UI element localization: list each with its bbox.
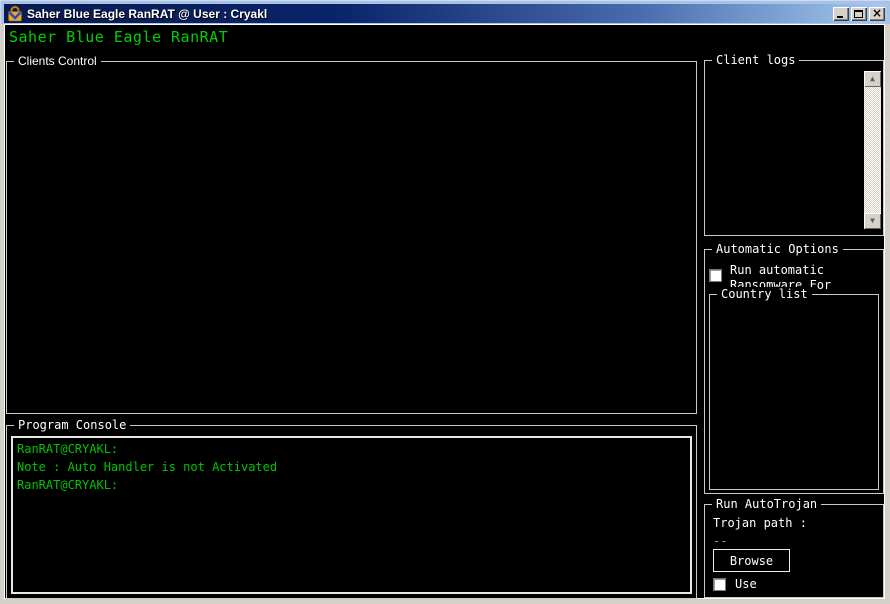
use-checkbox[interactable] (713, 578, 726, 591)
client-area: Saher Blue Eagle RanRAT Clients Control … (4, 24, 885, 599)
titlebar[interactable]: Saher Blue Eagle RanRAT @ User : Cryakl … (4, 4, 887, 23)
console-output[interactable]: RanRAT@CRYAKL: Note : Auto Handler is no… (11, 436, 692, 594)
program-console-label: Program Console (14, 418, 130, 432)
trojan-path-label: Trojan path : (713, 516, 807, 530)
scroll-up-button[interactable]: ▲ (864, 71, 881, 87)
scroll-down-button[interactable]: ▼ (864, 213, 881, 229)
client-logs-scrollbar[interactable]: ▲ ▼ (864, 71, 881, 229)
minimize-button[interactable] (833, 7, 849, 21)
country-list[interactable] (712, 303, 876, 487)
use-checkbox-label[interactable]: Use (735, 577, 757, 592)
client-logs-label: Client logs (712, 53, 799, 67)
clients-list[interactable] (9, 70, 694, 411)
console-line: RanRAT@CRYAKL: (17, 476, 686, 494)
close-button[interactable]: × (869, 7, 885, 21)
window-frame-top: Saher Blue Eagle RanRAT @ User : Cryakl … (0, 0, 890, 24)
automatic-options-label: Automatic Options (712, 242, 843, 256)
groupbox-program-console: Program Console RanRAT@CRYAKL: Note : Au… (6, 425, 697, 599)
browse-button[interactable]: Browse (713, 549, 790, 572)
groupbox-automatic-options: Automatic Options Run automatic Ransomwa… (704, 249, 884, 494)
groupbox-client-logs: Client logs ▲ ▼ (704, 60, 884, 236)
maximize-button[interactable] (851, 7, 867, 21)
country-list-label: Country list (717, 287, 812, 301)
clients-control-label: Clients Control (14, 54, 101, 68)
groupbox-run-autotrojan: Run AutoTrojan Trojan path : -- Browse U… (704, 504, 884, 598)
scroll-up-icon: ▲ (870, 75, 875, 83)
app-window: Saher Blue Eagle RanRAT @ User : Cryakl … (0, 0, 890, 604)
close-icon: × (872, 7, 882, 19)
app-icon (7, 6, 23, 22)
scroll-down-icon: ▼ (870, 217, 875, 225)
console-line: Note : Auto Handler is not Activated (17, 458, 686, 476)
trojan-path-value: -- (713, 534, 727, 548)
window-title: Saher Blue Eagle RanRAT @ User : Cryakl (27, 7, 833, 21)
groupbox-clients-control: Clients Control (6, 61, 697, 414)
groupbox-country-list: Country list (709, 294, 879, 490)
app-heading: Saher Blue Eagle RanRAT (9, 28, 228, 46)
run-ransomware-checkbox[interactable] (709, 269, 722, 282)
minimize-icon (837, 16, 843, 18)
maximize-icon (854, 10, 863, 18)
console-line: RanRAT@CRYAKL: (17, 440, 686, 458)
run-autotrojan-label: Run AutoTrojan (712, 497, 821, 511)
client-logs-list[interactable] (707, 69, 881, 233)
